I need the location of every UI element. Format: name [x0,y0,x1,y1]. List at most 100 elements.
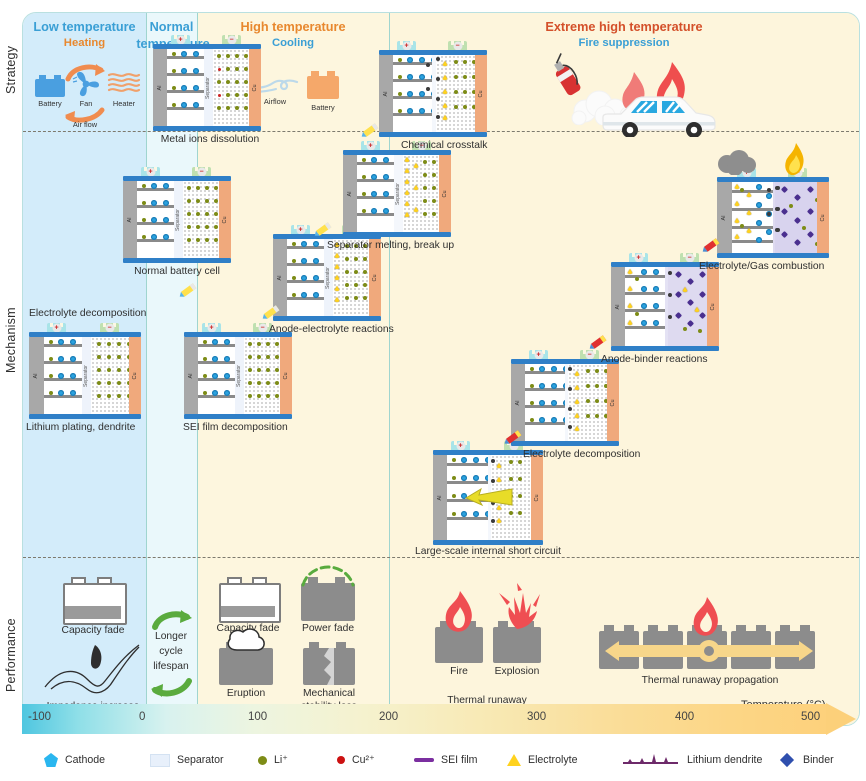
separator-swatch-icon [150,753,170,767]
al-label: Al [33,373,40,378]
cell-chemical-crosstalk: + − Al Cu [379,41,487,137]
li-ion-dot-icon [258,755,267,765]
cu-label: Cu [252,83,259,92]
battery-eruption-icon [219,642,273,685]
short-circuit-arrow-icon [465,487,513,507]
caption-fire: Fire [450,666,468,677]
column-title-extreme-temperature: Extreme high temperature [545,20,703,34]
airflow-label-low: Air flow [72,120,98,129]
row-label-performance: Performance [4,618,18,692]
cu-label: Cu [610,398,617,407]
legend-label-lithium-dendrite: Lithium dendrite [687,754,763,766]
battery-mechanical-loss-icon [303,642,355,685]
airflow-arrow-icon-top [65,64,105,82]
caption-sei-film-decomposition: SEI film decomposition [183,422,288,433]
temperature-axis-arrow-icon [826,703,856,735]
separator-label: Separator [83,364,90,387]
legend-item-binder: Binder [779,748,834,772]
legend-item-electrolyte: Electrolyte [507,748,577,772]
caption-eruption: Eruption [226,688,266,699]
caption-power-fade: Power fade [301,623,355,634]
eruption-cloud-icon [227,628,265,651]
cu-label: Cu [222,215,229,224]
sei-film-line-icon [414,758,434,762]
cu-label: Cu [283,371,290,380]
car-icon [602,96,716,137]
legend-label-cu-ion: Cu²⁺ [352,754,375,766]
separator-label: Separator [205,76,212,99]
axis-tick-400: 400 [675,711,695,723]
caption-capacity-fade-low: Capacity fade [61,625,125,636]
battery-explosion-icon [493,621,541,663]
axis-tick-0: 0 [139,711,146,723]
cu-ion-dot-icon [337,756,345,764]
legend-label-electrolyte: Electrolyte [528,754,578,766]
cell-electrolyte-gas-combustion: + − Al [717,168,830,258]
caption-thermal-runaway-propagation: Thermal runaway propagation [641,675,779,686]
label-lifespan: lifespan [153,661,189,672]
caption-large-scale-internal-short-circuit: Large-scale internal short circuit [415,546,561,557]
column-title-low-temperature: Low temperature [33,20,136,34]
cu-label: Cu [372,273,379,282]
column-subtitle-heating: Heating [63,37,106,49]
label-longer: Longer [154,631,188,642]
caption-electrolyte-gas-combustion: Electrolyte/Gas combustion [699,261,825,272]
al-label: Al [437,495,444,500]
caption-lithium-plating-dendrite: Lithium plating, dendrite [26,422,136,433]
flame-icon-combustion [785,143,804,176]
caption-metal-ions-dissolution: Metal ions dissolution [160,134,260,145]
al-label: Al [383,91,390,96]
separator-label: Separator [395,182,402,205]
legend-item-lithium-dendrite: Lithium dendrite [622,748,762,772]
cu-label: Cu [819,213,826,222]
smoke-icon-combustion [718,150,756,175]
cu-label: Cu [442,189,449,198]
column-title-high-temperature: High temperature [240,20,346,34]
row-label-strategy: Strategy [4,45,18,95]
propagation-arrows-icon [605,640,813,662]
caption-mechanical-1: Mechanical [302,688,356,699]
battery-power-fade-icon [301,577,355,621]
temperature-axis: -100 0 100 200 300 400 500 [22,703,858,735]
axis-tick-100: 100 [248,711,268,723]
legend-label-cathode: Cathode [65,754,106,766]
explosion-icon [499,583,540,629]
cycle-arrow-icon-bottom [151,678,192,697]
row-divider-mechanism-performance [23,557,859,558]
binder-diamond-icon [779,752,795,768]
caption-chemical-crosstalk: Chemical crosstalk [401,140,488,151]
cell-lithium-plating-dendrite: + − Al Separator Cu [29,323,142,419]
power-fade-dashes-icon [301,565,355,587]
cell-separator-melting: + − Al Separator Cu [343,141,451,237]
axis-tick-200: 200 [379,711,399,723]
heater-icon-low-strategy [107,73,141,92]
axis-tick--100: -100 [28,711,52,723]
flame-icon-propagation [693,597,718,636]
separator-label: Separator [175,208,182,231]
thermal-runaway-propagation-group [599,597,821,671]
legend: Cathode Separator Li⁺ Cu²⁺ SEI film Elec… [22,748,858,776]
legend-label-li-ion: Li⁺ [274,754,288,766]
battery-capacity-fade-low-icon [63,577,127,625]
cu-label: Cu [131,371,138,380]
caption-electrolyte-decomposition-high: Electrolyte decomposition [523,449,641,460]
cu-label: Cu [478,89,485,98]
al-label: Al [127,217,134,222]
battery-label-high: Battery [311,103,335,112]
legend-label-sei-film: SEI film [441,754,478,766]
battery-label-low: Battery [38,99,62,108]
legend-item-li-ion: Li⁺ [258,748,288,772]
al-label: Al [615,304,622,309]
separator-label: Separator [236,364,243,387]
cycle-arrow-icon-top [152,610,192,630]
electrolyte-triangle-icon [507,754,521,766]
al-label: Al [721,215,728,220]
cu-label: Cu [533,493,540,502]
column-title-normal-temperature: Normal [149,20,194,34]
row-label-mechanism: Mechanism [4,307,18,373]
separator-label: Separator [325,266,332,289]
al-label: Al [347,191,354,196]
label-cycle: cycle [159,646,183,657]
battery-capacity-fade-high-icon [219,577,281,623]
legend-item-separator: Separator [150,748,224,772]
